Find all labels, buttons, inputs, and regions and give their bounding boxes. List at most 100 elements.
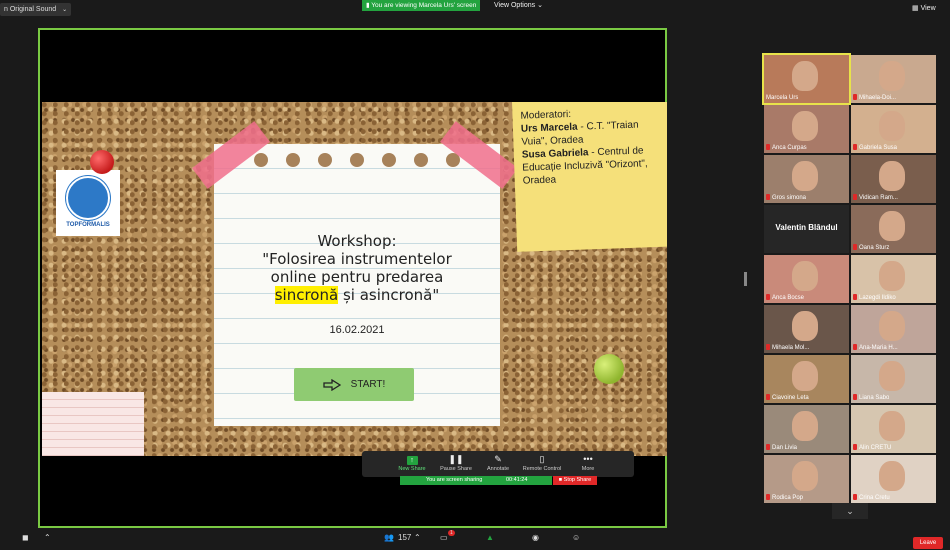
- participant-display-name: Valentin Blândul: [775, 223, 838, 232]
- participant-video: [879, 111, 905, 141]
- share-toolbar: ↑ New Share ❚❚ Pause Share ✎ Annotate ▯ …: [362, 451, 634, 477]
- participant-name: Gros simona: [772, 195, 807, 201]
- participant-name: Ciavoine Leta: [772, 395, 809, 401]
- panel-resize-handle[interactable]: [744, 272, 747, 286]
- workshop-line: "Folosirea instrumentelor: [262, 250, 452, 268]
- participant-name: Rodica Pop: [772, 495, 804, 501]
- leave-button[interactable]: Leave: [913, 537, 943, 549]
- participant-tile[interactable]: Alin CRETU: [851, 405, 936, 453]
- participant-name: Oana Sturz: [859, 245, 890, 251]
- participant-video: [879, 361, 905, 391]
- logo-text: TOPFORMALIS: [66, 222, 110, 228]
- participant-name-label: Gros simona: [766, 194, 806, 202]
- participant-tile[interactable]: Ciavoine Leta: [764, 355, 849, 403]
- stop-share-button[interactable]: ■ Stop Share: [553, 476, 597, 485]
- participant-name: Crina Cretu: [859, 495, 890, 501]
- paper-hole: [414, 153, 428, 167]
- participant-video: [792, 61, 818, 91]
- muted-mic-icon: [766, 394, 770, 401]
- meeting-controls: ◼ ⌃ 👥 157 ⌃ ▭ 1 ▲ ◉ ☺: [0, 530, 950, 550]
- participant-name: Dan Livia: [772, 445, 798, 451]
- participant-tile[interactable]: Rodica Pop: [764, 455, 849, 503]
- participant-name: Lazegdi Ildiko: [859, 295, 896, 301]
- muted-mic-icon: [853, 294, 857, 301]
- paper-hole: [286, 153, 300, 167]
- participant-tile[interactable]: Marcela Urs: [764, 55, 849, 103]
- workshop-line: Workshop:: [317, 232, 397, 250]
- view-options-button[interactable]: View Options ⌄: [494, 1, 543, 9]
- original-sound-button[interactable]: n Original Sound ⌄: [0, 3, 72, 16]
- participant-name: Liana Sabo: [859, 395, 890, 401]
- more-button[interactable]: ••• More: [558, 453, 618, 475]
- grid-icon: ▦: [912, 5, 919, 12]
- participant-video: [792, 311, 818, 341]
- muted-mic-icon: [766, 144, 770, 151]
- participant-tile[interactable]: Gros simona: [764, 155, 849, 203]
- participant-name-label: Ana-Maria H...: [853, 344, 898, 352]
- participant-video: [879, 161, 905, 191]
- chevron-up-icon[interactable]: ⌃: [414, 533, 421, 542]
- participant-tile[interactable]: Liana Sabo: [851, 355, 936, 403]
- sharing-text: You are screen sharing: [426, 477, 483, 483]
- participant-tile[interactable]: Mihaela Mol...: [764, 305, 849, 353]
- participant-name: Alin CRETU: [859, 445, 892, 451]
- workshop-title: Workshop: "Folosirea instrumentelor onli…: [214, 232, 500, 304]
- participant-tile[interactable]: Ana-Maria H...: [851, 305, 936, 353]
- start-button[interactable]: START!: [294, 368, 414, 401]
- participant-name-label: Mihaela Mol...: [766, 344, 809, 352]
- share-screen-icon[interactable]: ▲: [486, 533, 494, 542]
- participant-name: Anca Curpas: [772, 145, 807, 151]
- paper-hole: [318, 153, 332, 167]
- participant-tile[interactable]: Crina Cretu: [851, 455, 936, 503]
- muted-mic-icon: [853, 344, 857, 351]
- participant-tile[interactable]: Lazegdi Ildiko: [851, 255, 936, 303]
- more-label: More: [581, 466, 595, 472]
- participant-name-label: Liana Sabo: [853, 394, 889, 402]
- pink-note-paper: [42, 392, 144, 456]
- participant-tile[interactable]: Oana Sturz: [851, 205, 936, 253]
- moderator-name: Susa Gabriela: [521, 147, 589, 161]
- muted-mic-icon: [853, 494, 857, 501]
- participant-tile[interactable]: Anca Curpas: [764, 105, 849, 153]
- view-button[interactable]: ▦ View: [912, 4, 936, 12]
- workshop-date: 16.02.2021: [329, 324, 385, 336]
- participant-name-label: Gabriela Susa: [853, 144, 897, 152]
- participant-name-label: Oana Sturz: [853, 244, 889, 252]
- workshop-line-rest: și asincronă": [338, 286, 440, 304]
- chevron-down-icon: ⌄: [537, 2, 543, 9]
- participant-video: [879, 261, 905, 291]
- participant-video: [879, 461, 905, 491]
- chat-badge: 1: [448, 530, 455, 536]
- participant-name: Vidican Ram...: [859, 195, 898, 201]
- reactions-icon[interactable]: ☺: [572, 533, 580, 542]
- participant-tile[interactable]: Dan Livia: [764, 405, 849, 453]
- muted-mic-icon: [853, 244, 857, 251]
- participant-name: Marcela Urs: [766, 95, 799, 101]
- participant-video: [792, 461, 818, 491]
- view-options-label: View Options: [494, 2, 536, 9]
- participant-name-label: Dan Livia: [766, 444, 797, 452]
- participant-name: Ana-Maria H...: [859, 345, 898, 351]
- participant-tile[interactable]: Mihaela-Doi...: [851, 55, 936, 103]
- topformalis-logo: TOPFORMALIS: [56, 170, 120, 236]
- participant-tile[interactable]: Gabriela Susa: [851, 105, 936, 153]
- gallery-scroll-down-button[interactable]: ⌄: [832, 503, 868, 519]
- muted-mic-icon: [853, 394, 857, 401]
- participant-tile[interactable]: Anca Bocse: [764, 255, 849, 303]
- muted-mic-icon: [853, 94, 857, 101]
- share-screen-icon: ↑: [406, 456, 418, 465]
- paper-hole: [350, 153, 364, 167]
- more-dots-icon: •••: [583, 454, 593, 464]
- chevron-up-icon[interactable]: ⌃: [44, 533, 51, 542]
- participant-tile[interactable]: Valentin Blândul: [764, 205, 849, 253]
- participant-tile[interactable]: Vidican Ram...: [851, 155, 936, 203]
- participants-icon[interactable]: 👥: [384, 533, 394, 542]
- participant-video: [792, 361, 818, 391]
- participant-video: [879, 311, 905, 341]
- record-icon[interactable]: ◉: [532, 533, 539, 542]
- chat-icon[interactable]: ▭: [440, 533, 448, 542]
- video-icon[interactable]: ◼: [22, 533, 29, 542]
- arrow-right-icon: [323, 378, 341, 391]
- participant-name-label: Rodica Pop: [766, 494, 803, 502]
- original-sound-label: n Original Sound: [4, 6, 57, 13]
